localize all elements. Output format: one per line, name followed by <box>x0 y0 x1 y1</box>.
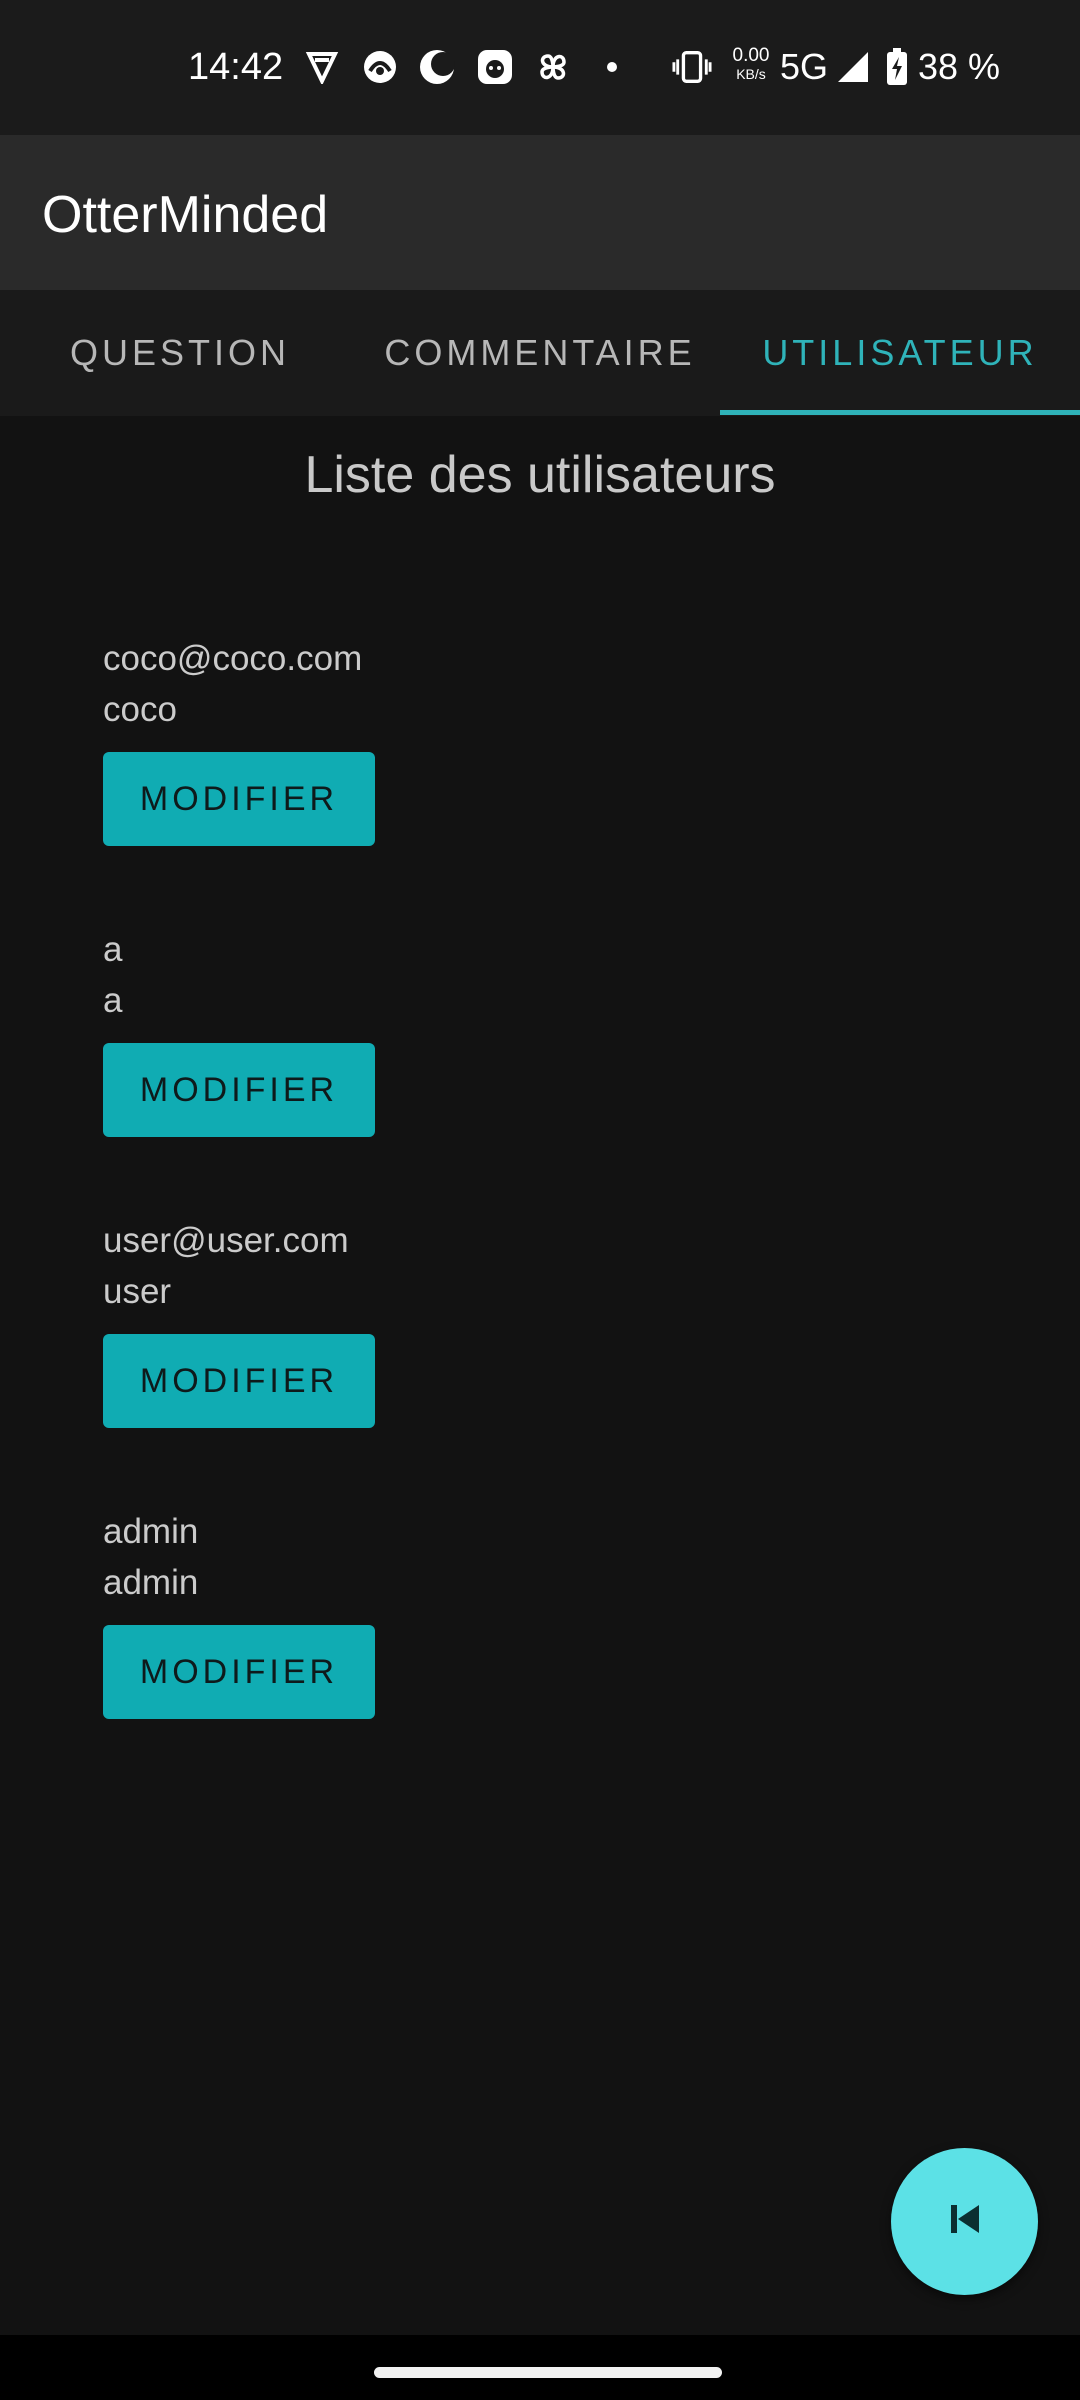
home-indicator[interactable] <box>374 2367 722 2378</box>
status-time: 14:42 <box>188 46 284 88</box>
app-title: OtterMinded <box>42 186 329 244</box>
user-email: coco@coco.com <box>103 639 363 678</box>
user-name: admin <box>103 1563 199 1602</box>
app-face-icon <box>475 44 515 90</box>
signal-icon <box>833 44 873 90</box>
network-speed-unit: KB/s <box>736 66 766 82</box>
skip-previous-icon <box>945 2199 985 2244</box>
modify-user-button[interactable]: MODIFIER <box>103 1334 375 1428</box>
status-bar: 14:42 0.00 KB/s 5G 38 % <box>0 0 1080 135</box>
network-type: 5G <box>780 46 829 87</box>
user-list-item: a a MODIFIER <box>103 924 703 1137</box>
user-list-item: user@user.com user MODIFIER <box>103 1215 703 1428</box>
user-email: a <box>103 930 123 969</box>
user-email: admin <box>103 1512 199 1551</box>
tab-bar: QUESTION COMMENTAIRE UTILISATEUR <box>0 290 1080 416</box>
active-tab-indicator <box>720 410 1080 415</box>
user-name: user <box>103 1272 172 1311</box>
modify-user-button[interactable]: MODIFIER <box>103 1625 375 1719</box>
app-notification-icon <box>360 44 400 90</box>
network-speed: 0.00 KB/s <box>728 46 774 84</box>
user-email: user@user.com <box>103 1221 349 1260</box>
app-bar: OtterMinded <box>0 135 1080 290</box>
battery-charging-icon <box>877 44 917 90</box>
network-speed-value: 0.00 <box>732 45 770 66</box>
vpn-shield-icon <box>302 44 342 90</box>
user-list-item: coco@coco.com coco MODIFIER <box>103 633 703 846</box>
battery-percent: 38 % <box>918 46 1001 87</box>
tab-question[interactable]: QUESTION <box>0 290 360 416</box>
pinwheel-icon <box>533 44 573 90</box>
page-title: Liste des utilisateurs <box>304 446 776 504</box>
modify-user-button[interactable]: MODIFIER <box>103 1043 375 1137</box>
user-list-item: admin admin MODIFIER <box>103 1506 703 1719</box>
modify-user-button[interactable]: MODIFIER <box>103 752 375 846</box>
user-name: a <box>103 981 123 1020</box>
vibrate-icon <box>672 44 712 90</box>
user-name: coco <box>103 690 177 729</box>
tab-commentaire[interactable]: COMMENTAIRE <box>360 290 720 416</box>
navigation-bar <box>0 2335 1080 2400</box>
dot-icon <box>592 44 632 90</box>
back-fab-button[interactable] <box>891 2148 1038 2295</box>
moon-icon <box>417 44 457 90</box>
tab-utilisateur[interactable]: UTILISATEUR <box>720 290 1080 416</box>
